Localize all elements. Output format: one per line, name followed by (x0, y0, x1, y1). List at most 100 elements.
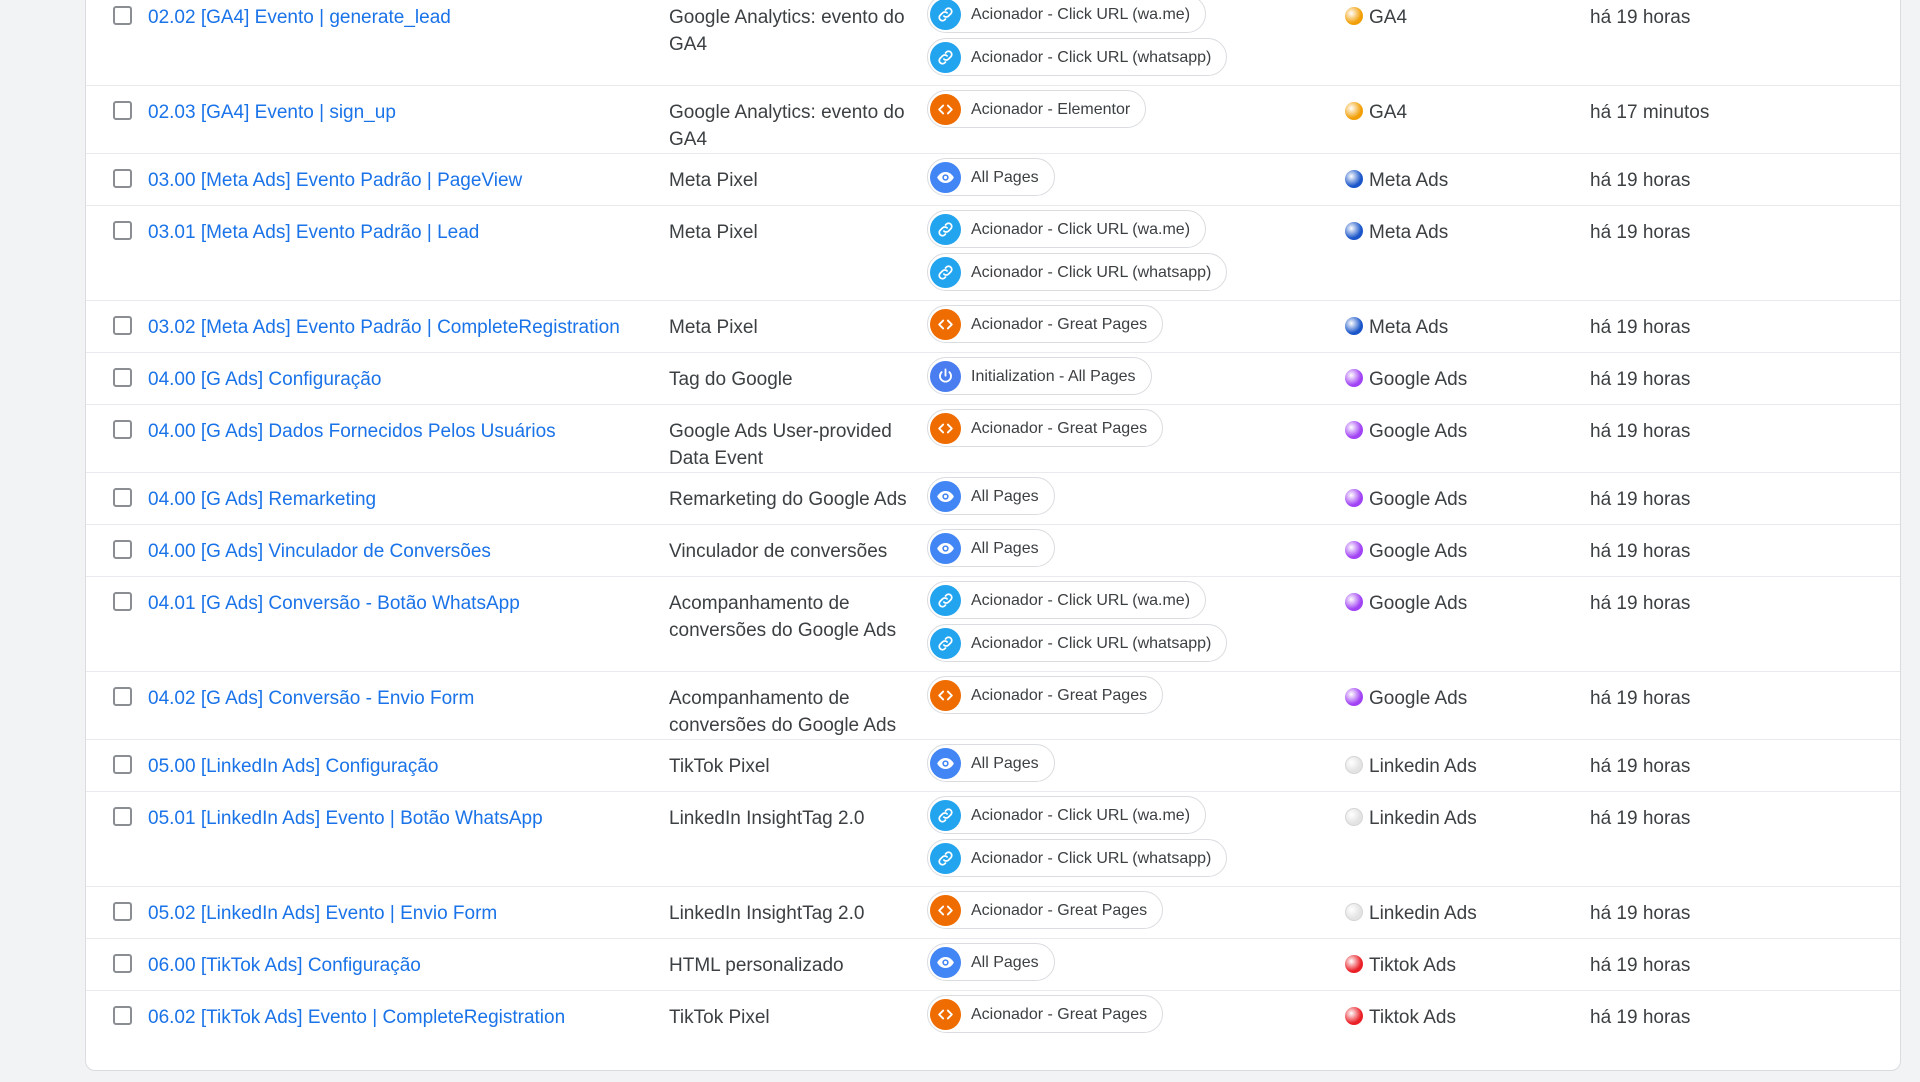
table-row[interactable]: 04.01 [G Ads] Conversão - Botão WhatsApp… (86, 577, 1900, 672)
row-checkbox[interactable] (113, 101, 132, 120)
table-row[interactable]: 05.00 [LinkedIn Ads] Configuração TikTok … (86, 740, 1900, 792)
tag-name-link[interactable]: 02.03 [GA4] Evento | sign_up (148, 102, 396, 123)
table-row[interactable]: 04.00 [G Ads] Vinculador de Conversões Vi… (86, 525, 1900, 577)
trigger-label: Acionador - Great Pages (971, 686, 1148, 704)
row-checkbox[interactable] (113, 368, 132, 387)
tag-name-link[interactable]: 05.02 [LinkedIn Ads] Evento | Envio Form (148, 903, 497, 924)
trigger-chip[interactable]: Acionador - Great Pages (927, 305, 1164, 343)
tags-table-card: 02.02 [GA4] Evento | generate_lead Google… (85, 0, 1901, 1071)
row-checkbox[interactable] (113, 169, 132, 188)
table-row[interactable]: 06.00 [TikTok Ads] Configuração HTML pers… (86, 939, 1900, 991)
table-row[interactable]: 05.02 [LinkedIn Ads] Evento | Envio Form… (86, 887, 1900, 939)
trigger-chip[interactable]: Initialization - All Pages (927, 357, 1152, 395)
trigger-chip[interactable]: Acionador - Click URL (whatsapp) (927, 624, 1228, 662)
trigger-chip[interactable]: Acionador - Great Pages (927, 891, 1164, 929)
row-checkbox[interactable] (113, 420, 132, 439)
table-row[interactable]: 03.01 [Meta Ads] Evento Padrão | Lead Met… (86, 206, 1900, 301)
trigger-chip[interactable]: All Pages (927, 943, 1055, 981)
folder-color-dot (1345, 489, 1363, 507)
link-icon (930, 627, 961, 659)
tag-name-cell: 05.00 [LinkedIn Ads] Configuração (148, 740, 669, 792)
trigger-chip[interactable]: Acionador - Click URL (wa.me) (927, 796, 1207, 834)
table-row[interactable]: 04.00 [G Ads] Remarketing Remarketing do … (86, 473, 1900, 525)
tag-type-cell: Google Ads User-provided Data Event (669, 405, 927, 473)
last-edited-cell: há 19 horas (1590, 154, 1900, 206)
triggers-cell: Acionador - Click URL (wa.me) Acionador -… (927, 0, 1345, 86)
folder-cell: Meta Ads (1345, 301, 1590, 353)
row-checkbox[interactable] (113, 488, 132, 507)
last-edited-cell: há 19 horas (1590, 525, 1900, 577)
tag-name-link[interactable]: 02.02 [GA4] Evento | generate_lead (148, 7, 451, 28)
row-checkbox[interactable] (113, 592, 132, 611)
trigger-chip[interactable]: Acionador - Great Pages (927, 995, 1164, 1033)
tag-name-link[interactable]: 04.00 [G Ads] Vinculador de Conversões (148, 541, 491, 562)
table-row[interactable]: 02.02 [GA4] Evento | generate_lead Google… (86, 0, 1900, 86)
row-checkbox[interactable] (113, 687, 132, 706)
row-checkbox[interactable] (113, 221, 132, 240)
row-checkbox[interactable] (113, 807, 132, 826)
folder-label: GA4 (1369, 7, 1408, 28)
trigger-label: Acionador - Click URL (whatsapp) (971, 48, 1212, 66)
tag-name-link[interactable]: 04.00 [G Ads] Dados Fornecidos Pelos Usu… (148, 421, 556, 442)
last-edited-text: há 19 horas (1590, 369, 1691, 390)
tag-name-link[interactable]: 06.00 [TikTok Ads] Configuração (148, 955, 421, 976)
row-checkbox[interactable] (113, 902, 132, 921)
folder-cell: GA4 (1345, 0, 1590, 86)
row-checkbox-cell (86, 353, 148, 405)
trigger-chip[interactable]: Acionador - Click URL (wa.me) (927, 581, 1207, 619)
last-edited-cell: há 17 minutos (1590, 86, 1900, 154)
trigger-chip[interactable]: Acionador - Click URL (whatsapp) (927, 38, 1228, 76)
tag-name-link[interactable]: 03.00 [Meta Ads] Evento Padrão | PageVie… (148, 170, 522, 191)
row-checkbox-cell (86, 405, 148, 473)
triggers-cell: All Pages (927, 473, 1345, 525)
tag-name-link[interactable]: 04.00 [G Ads] Configuração (148, 369, 381, 390)
table-row[interactable]: 04.00 [G Ads] Configuração Tag do Google I… (86, 353, 1900, 405)
trigger-label: Acionador - Click URL (whatsapp) (971, 263, 1212, 281)
tag-name-link[interactable]: 03.02 [Meta Ads] Evento Padrão | Complet… (148, 317, 620, 338)
table-row[interactable]: 02.03 [GA4] Evento | sign_up Google Analy… (86, 86, 1900, 154)
tag-name-cell: 03.02 [Meta Ads] Evento Padrão | Complet… (148, 301, 669, 353)
folder-color-dot (1345, 1007, 1363, 1025)
trigger-chip[interactable]: All Pages (927, 529, 1055, 567)
trigger-chip[interactable]: Acionador - Click URL (whatsapp) (927, 839, 1228, 877)
row-checkbox[interactable] (113, 755, 132, 774)
tags-table: 02.02 [GA4] Evento | generate_lead Google… (86, 0, 1900, 1042)
table-row[interactable]: 03.02 [Meta Ads] Evento Padrão | Complet… (86, 301, 1900, 353)
last-edited-cell: há 19 horas (1590, 577, 1900, 672)
table-row[interactable]: 03.00 [Meta Ads] Evento Padrão | PageVie… (86, 154, 1900, 206)
tag-name-link[interactable]: 04.01 [G Ads] Conversão - Botão WhatsApp (148, 593, 520, 614)
table-row[interactable]: 04.00 [G Ads] Dados Fornecidos Pelos Usu… (86, 405, 1900, 473)
table-row[interactable]: 04.02 [G Ads] Conversão - Envio Form Acom… (86, 672, 1900, 740)
trigger-chip[interactable]: All Pages (927, 158, 1055, 196)
tag-name-link[interactable]: 04.00 [G Ads] Remarketing (148, 489, 376, 510)
folder-label: Google Ads (1369, 688, 1468, 709)
tag-name-link[interactable]: 06.02 [TikTok Ads] Evento | CompleteRegi… (148, 1007, 565, 1028)
triggers-cell: Acionador - Great Pages (927, 887, 1345, 939)
last-edited-cell: há 19 horas (1590, 405, 1900, 473)
row-checkbox-cell (86, 939, 148, 991)
tag-name-link[interactable]: 04.02 [G Ads] Conversão - Envio Form (148, 688, 474, 709)
row-checkbox[interactable] (113, 954, 132, 973)
folder-color-dot (1345, 688, 1363, 706)
folder-cell: GA4 (1345, 86, 1590, 154)
tag-type-cell: TikTok Pixel (669, 740, 927, 792)
tag-name-link[interactable]: 03.01 [Meta Ads] Evento Padrão | Lead (148, 222, 479, 243)
tag-name-link[interactable]: 05.00 [LinkedIn Ads] Configuração (148, 756, 438, 777)
trigger-chip[interactable]: Acionador - Click URL (wa.me) (927, 210, 1207, 248)
tag-type-text: GA4 (669, 34, 708, 55)
trigger-chip[interactable]: Acionador - Click URL (whatsapp) (927, 253, 1228, 291)
trigger-chip[interactable]: Acionador - Elementor (927, 90, 1147, 128)
link-icon (930, 584, 961, 616)
table-row[interactable]: 05.01 [LinkedIn Ads] Evento | Botão What… (86, 792, 1900, 887)
row-checkbox[interactable] (113, 6, 132, 25)
trigger-chip[interactable]: All Pages (927, 744, 1055, 782)
row-checkbox[interactable] (113, 1006, 132, 1025)
row-checkbox[interactable] (113, 540, 132, 559)
trigger-chip[interactable]: Acionador - Great Pages (927, 676, 1164, 714)
trigger-chip[interactable]: All Pages (927, 477, 1055, 515)
row-checkbox[interactable] (113, 316, 132, 335)
trigger-chip[interactable]: Acionador - Great Pages (927, 409, 1164, 447)
table-row[interactable]: 06.02 [TikTok Ads] Evento | CompleteRegi… (86, 991, 1900, 1043)
trigger-chip[interactable]: Acionador - Click URL (wa.me) (927, 0, 1207, 33)
tag-name-link[interactable]: 05.01 [LinkedIn Ads] Evento | Botão What… (148, 808, 543, 829)
